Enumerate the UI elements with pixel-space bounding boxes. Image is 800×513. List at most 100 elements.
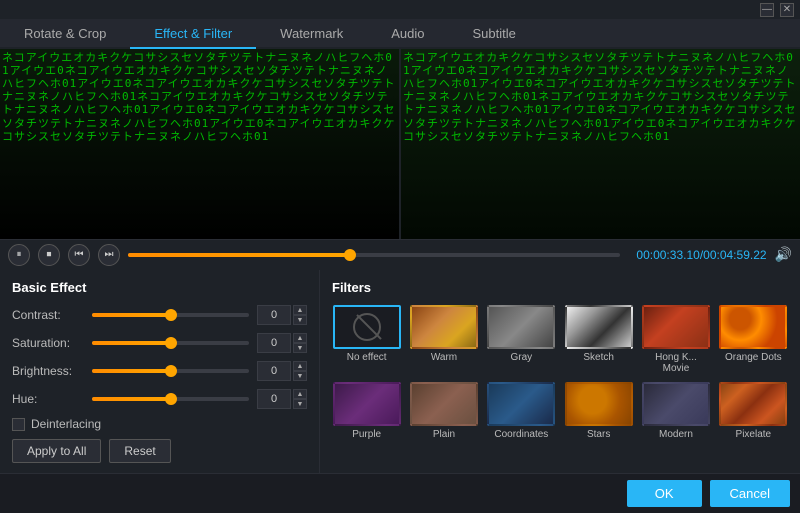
saturation-down[interactable]: ▼ [293,343,307,353]
brightness-up[interactable]: ▲ [293,361,307,371]
filter-purple[interactable]: Purple [332,382,401,440]
filter-label-modern: Modern [659,429,693,440]
filter-label-sketch: Sketch [583,352,614,363]
filter-label-purple: Purple [352,429,381,440]
next-button[interactable]: ⏭ [98,244,120,266]
contrast-down[interactable]: ▼ [293,315,307,325]
filter-coordinates[interactable]: Coordinates [487,382,556,440]
contrast-value: 0 [257,305,291,325]
original-video-panel: ネコアイウエオカキクケコサシスセソタチツテトナニヌネノハヒフヘホ01アイウエ0ネ… [0,49,399,239]
filter-thumb-gray [487,305,555,349]
tab-subtitle[interactable]: Subtitle [449,20,540,49]
filter-modern[interactable]: Modern [641,382,710,440]
brightness-slider[interactable] [92,369,249,373]
filter-label-coord: Coordinates [494,429,548,440]
filter-thumb-stars [565,382,633,426]
filter-label-hongk: Hong K... Movie [641,352,710,374]
contrast-row: Contrast: 0 ▲ ▼ [12,305,307,325]
filter-stars[interactable]: Stars [564,382,633,440]
deinterlace-row: Deinterlacing [12,417,307,431]
brightness-row: Brightness: 0 ▲ ▼ [12,361,307,381]
filter-thumb-coord [487,382,555,426]
no-effect-icon [353,313,381,341]
reset-button[interactable]: Reset [109,439,170,463]
tab-watermark[interactable]: Watermark [256,20,367,49]
filter-label-stars: Stars [587,429,610,440]
apply-all-button[interactable]: Apply to All [12,439,101,463]
volume-icon[interactable]: 🔊 [775,246,792,263]
footer-buttons: OK Cancel [0,473,800,513]
filter-orange-dots[interactable]: Orange Dots [719,305,788,374]
hue-label: Hue: [12,392,84,406]
filter-warm[interactable]: Warm [409,305,478,374]
tab-effect-filter[interactable]: Effect & Filter [130,20,256,49]
hue-value: 0 [257,389,291,409]
tab-bar: Rotate & Crop Effect & Filter Watermark … [0,19,800,49]
filters-grid: No effect Warm Gray Ske [332,305,788,440]
filter-thumb-modern [642,382,710,426]
deinterlace-label: Deinterlacing [31,417,103,431]
filter-thumb-plain [410,382,478,426]
title-bar: — ✕ [0,0,800,19]
tab-audio[interactable]: Audio [367,20,448,49]
hue-up[interactable]: ▲ [293,389,307,399]
hue-down[interactable]: ▼ [293,399,307,409]
progress-thumb[interactable] [344,249,356,261]
video-area: Original: 720x480 👁 Title 1.mp4 Output: … [0,49,800,239]
cancel-button[interactable]: Cancel [710,480,790,507]
bottom-panel: Basic Effect Contrast: 0 ▲ ▼ [0,270,800,473]
time-display: 00:00:33.10/00:04:59.22 [636,248,766,262]
basic-effect-title: Basic Effect [12,280,307,295]
progress-bar[interactable] [128,253,620,257]
saturation-row: Saturation: 0 ▲ ▼ [12,333,307,353]
contrast-label: Contrast: [12,308,84,322]
saturation-value: 0 [257,333,291,353]
filter-label-pixelate: Pixelate [736,429,772,440]
filter-label-warm: Warm [431,352,457,363]
matrix-text-right: ネコアイウエオカキクケコサシスセソタチツテトナニヌネノハヒフヘホ01アイウエ0ネ… [401,49,800,239]
saturation-up[interactable]: ▲ [293,333,307,343]
stop-button[interactable]: ⏹ [38,244,60,266]
output-video-panel: ネコアイウエオカキクケコサシスセソタチツテトナニヌネノハヒフヘホ01アイウエ0ネ… [399,49,800,239]
filter-label-no-effect: No effect [347,352,387,363]
brightness-value: 0 [257,361,291,381]
basic-effect-panel: Basic Effect Contrast: 0 ▲ ▼ [0,270,320,473]
prev-button[interactable]: ⏮ [68,244,90,266]
filter-thumb-sketch [565,305,633,349]
filter-label-gray: Gray [510,352,532,363]
filter-thumb-hongk [642,305,710,349]
pause-button[interactable]: ⏸ [8,244,30,266]
filter-no-effect[interactable]: No effect [332,305,401,374]
filters-panel: Filters No effect Warm [320,270,800,473]
tab-rotate-crop[interactable]: Rotate & Crop [0,20,130,49]
contrast-slider[interactable] [92,313,249,317]
saturation-label: Saturation: [12,336,84,350]
contrast-up[interactable]: ▲ [293,305,307,315]
brightness-label: Brightness: [12,364,84,378]
filter-pixelate[interactable]: Pixelate [719,382,788,440]
minimize-button[interactable]: — [760,3,774,17]
ok-button[interactable]: OK [627,480,702,507]
filter-plain[interactable]: Plain [409,382,478,440]
filters-title: Filters [332,280,788,295]
filter-thumb-warm [410,305,478,349]
controls-bar: ⏸ ⏹ ⏮ ⏭ 00:00:33.10/00:04:59.22 🔊 [0,239,800,270]
filter-thumb-no-effect [333,305,401,349]
filter-thumb-purple [333,382,401,426]
filter-gray[interactable]: Gray [487,305,556,374]
hue-slider[interactable] [92,397,249,401]
filter-thumb-pixelate [719,382,787,426]
filter-hongk-movie[interactable]: Hong K... Movie [641,305,710,374]
saturation-slider[interactable] [92,341,249,345]
action-buttons: Apply to All Reset [12,439,307,463]
close-button[interactable]: ✕ [780,3,794,17]
progress-fill [128,253,350,257]
hue-row: Hue: 0 ▲ ▼ [12,389,307,409]
deinterlace-checkbox[interactable] [12,418,25,431]
brightness-down[interactable]: ▼ [293,371,307,381]
matrix-text-left: ネコアイウエオカキクケコサシスセソタチツテトナニヌネノハヒフヘホ01アイウエ0ネ… [0,49,399,239]
filter-thumb-orangedots [719,305,787,349]
filter-sketch[interactable]: Sketch [564,305,633,374]
filter-label-plain: Plain [433,429,455,440]
filter-label-orangedots: Orange Dots [725,352,782,363]
